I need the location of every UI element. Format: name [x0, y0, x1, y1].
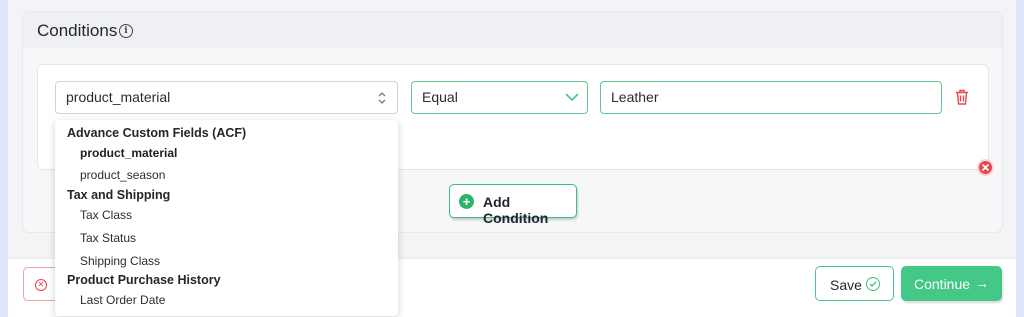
chevron-down-icon [565, 93, 579, 102]
conditions-title: Conditions [37, 21, 118, 40]
add-condition-label: Add Condition [483, 194, 549, 226]
add-condition-button[interactable]: + Add Condition [449, 184, 577, 226]
attribute-dropdown-menu: Advance Custom Fields (ACF) product_mate… [55, 120, 398, 316]
operator-select[interactable]: Equal [411, 81, 588, 114]
dropdown-group-label: Tax and Shipping [67, 188, 171, 202]
attribute-select[interactable]: product_material [55, 81, 398, 114]
value-input-text: Leather [611, 89, 659, 105]
continue-label: Continue [914, 276, 971, 292]
plus-icon: + [459, 194, 474, 209]
dropdown-option[interactable]: product_season [80, 168, 165, 182]
dropdown-option[interactable]: Tax Status [80, 231, 136, 245]
dropdown-group-label: Product Purchase History [67, 273, 221, 287]
info-icon[interactable]: i [119, 24, 133, 38]
continue-button[interactable]: Continue → [901, 266, 1002, 301]
trash-icon[interactable] [955, 89, 969, 105]
save-label: Save [830, 277, 862, 293]
dropdown-option[interactable]: Last Order Date [80, 293, 165, 307]
remove-group-icon[interactable] [977, 159, 994, 176]
dropdown-option[interactable]: Tax Class [80, 208, 132, 222]
conditions-header: Conditions [23, 12, 1002, 48]
dropdown-option[interactable]: product_material [80, 146, 177, 160]
operator-select-value: Equal [422, 89, 458, 105]
dropdown-option[interactable]: Shipping Class [80, 254, 160, 268]
save-button[interactable]: Save [815, 266, 894, 301]
arrow-right-icon: → [975, 275, 989, 291]
dropdown-group-label: Advance Custom Fields (ACF) [67, 126, 247, 140]
attribute-select-value: product_material [66, 89, 171, 105]
value-input[interactable]: Leather [600, 81, 942, 114]
close-circle-icon: ✕ [35, 279, 47, 291]
updown-chevron-icon [378, 92, 386, 104]
check-circle-icon [866, 277, 880, 291]
